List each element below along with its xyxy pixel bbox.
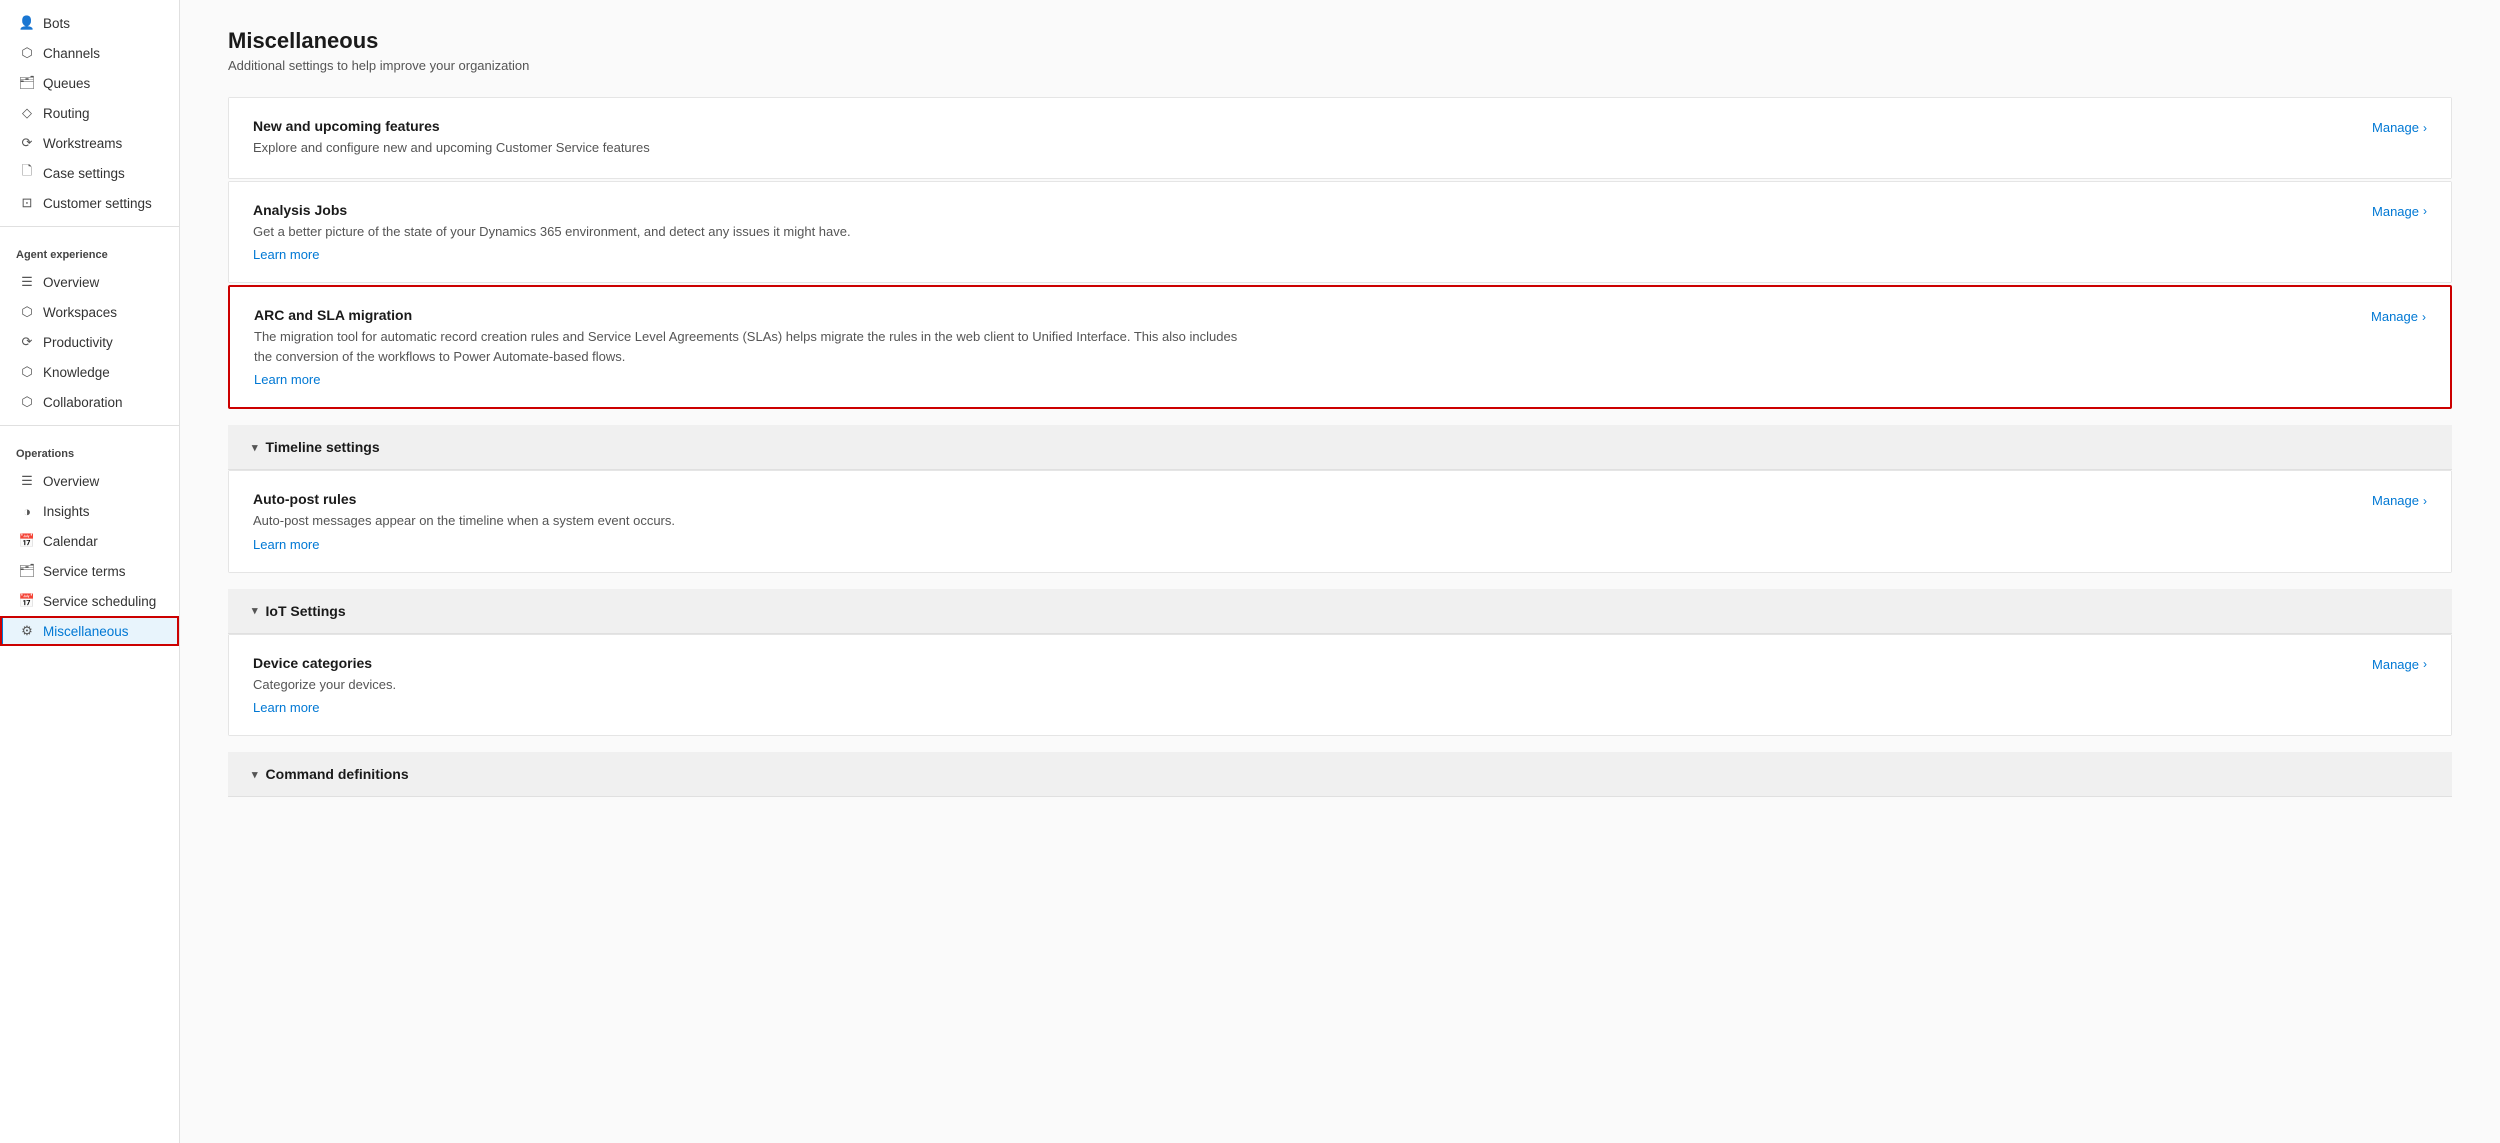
device-categories-manage-button[interactable]: Manage › <box>2372 657 2427 672</box>
sidebar: 👤 Bots ⬡ Channels 🗂 Queues ◇ Routing ⟳ W… <box>0 0 180 1143</box>
agent-experience-header: Agent experience <box>0 235 179 267</box>
bots-icon: 👤 <box>19 15 35 31</box>
auto-post-rules-title: Auto-post rules <box>253 491 2348 507</box>
sidebar-item-customer-settings[interactable]: ⊡ Customer settings <box>0 188 179 218</box>
new-upcoming-features-card: New and upcoming features Explore and co… <box>228 97 2452 179</box>
channels-icon: ⬡ <box>19 45 35 61</box>
sidebar-item-workspaces[interactable]: ⬡ Workspaces <box>0 297 179 327</box>
sidebar-item-knowledge[interactable]: ⬡ Knowledge <box>0 357 179 387</box>
manage-chevron-icon-5: › <box>2423 657 2427 671</box>
auto-post-rules-learn-more[interactable]: Learn more <box>253 537 319 552</box>
sidebar-item-service-terms[interactable]: 🗂 Service terms <box>0 556 179 586</box>
insights-icon: ◑ <box>19 503 35 519</box>
manage-chevron-icon: › <box>2423 121 2427 135</box>
miscellaneous-icon: ⚙ <box>19 623 35 639</box>
device-categories-title: Device categories <box>253 655 2348 671</box>
analysis-jobs-title: Analysis Jobs <box>253 202 2348 218</box>
command-definitions-section: ▾ Command definitions <box>228 752 2452 797</box>
iot-settings-section: ▾ IoT Settings Device categories Categor… <box>228 589 2452 737</box>
arc-sla-migration-card: ARC and SLA migration The migration tool… <box>228 285 2452 409</box>
operations-header: Operations <box>0 434 179 466</box>
new-upcoming-features-desc: Explore and configure new and upcoming C… <box>253 138 1253 158</box>
page-subtitle: Additional settings to help improve your… <box>228 58 2452 73</box>
case-settings-icon: 🗋 <box>19 165 35 181</box>
timeline-settings-content: Auto-post rules Auto-post messages appea… <box>228 470 2452 573</box>
analysis-jobs-manage-button[interactable]: Manage › <box>2372 204 2427 219</box>
ops-overview-icon: ☰ <box>19 473 35 489</box>
sidebar-item-routing[interactable]: ◇ Routing <box>0 98 179 128</box>
auto-post-rules-manage-button[interactable]: Manage › <box>2372 493 2427 508</box>
queues-icon: 🗂 <box>19 75 35 91</box>
sidebar-item-channels[interactable]: ⬡ Channels <box>0 38 179 68</box>
collaboration-icon: ⬡ <box>19 394 35 410</box>
iot-settings-chevron-icon: ▾ <box>252 604 258 617</box>
auto-post-rules-desc: Auto-post messages appear on the timelin… <box>253 511 1253 531</box>
sidebar-item-agent-overview[interactable]: ☰ Overview <box>0 267 179 297</box>
sidebar-item-service-scheduling[interactable]: 📅 Service scheduling <box>0 586 179 616</box>
command-definitions-chevron-icon: ▾ <box>252 768 258 781</box>
sidebar-item-collaboration[interactable]: ⬡ Collaboration <box>0 387 179 417</box>
arc-sla-migration-learn-more[interactable]: Learn more <box>254 372 320 387</box>
calendar-icon: 📅 <box>19 533 35 549</box>
iot-settings-content: Device categories Categorize your device… <box>228 634 2452 737</box>
sidebar-item-productivity[interactable]: ⟳ Productivity <box>0 327 179 357</box>
auto-post-rules-content: Auto-post rules Auto-post messages appea… <box>253 491 2348 552</box>
iot-settings-collapse-header[interactable]: ▾ IoT Settings <box>228 589 2452 634</box>
arc-sla-migration-desc: The migration tool for automatic record … <box>254 327 1254 366</box>
arc-sla-migration-manage-button[interactable]: Manage › <box>2371 309 2426 324</box>
analysis-jobs-content: Analysis Jobs Get a better picture of th… <box>253 202 2348 263</box>
main-content: Miscellaneous Additional settings to hel… <box>180 0 2500 1143</box>
agent-overview-icon: ☰ <box>19 274 35 290</box>
timeline-settings-chevron-icon: ▾ <box>252 441 258 454</box>
auto-post-rules-row: Auto-post rules Auto-post messages appea… <box>229 471 2451 572</box>
analysis-jobs-row: Analysis Jobs Get a better picture of th… <box>229 182 2451 283</box>
arc-sla-migration-content: ARC and SLA migration The migration tool… <box>254 307 2347 387</box>
device-categories-row: Device categories Categorize your device… <box>229 635 2451 736</box>
analysis-jobs-desc: Get a better picture of the state of you… <box>253 222 1253 242</box>
sidebar-item-queues[interactable]: 🗂 Queues <box>0 68 179 98</box>
new-upcoming-features-content: New and upcoming features Explore and co… <box>253 118 2348 158</box>
page-title: Miscellaneous <box>228 28 2452 54</box>
sidebar-item-miscellaneous[interactable]: ⚙ Miscellaneous <box>0 616 179 646</box>
manage-chevron-icon-4: › <box>2423 494 2427 508</box>
sidebar-item-bots[interactable]: 👤 Bots <box>0 8 179 38</box>
service-scheduling-icon: 📅 <box>19 593 35 609</box>
customer-settings-icon: ⊡ <box>19 195 35 211</box>
iot-settings-label: IoT Settings <box>266 603 346 619</box>
command-definitions-label: Command definitions <box>266 766 409 782</box>
productivity-icon: ⟳ <box>19 334 35 350</box>
routing-icon: ◇ <box>19 105 35 121</box>
sidebar-item-insights[interactable]: ◑ Insights <box>0 496 179 526</box>
service-terms-icon: 🗂 <box>19 563 35 579</box>
workstreams-icon: ⟳ <box>19 135 35 151</box>
device-categories-learn-more[interactable]: Learn more <box>253 700 319 715</box>
arc-sla-migration-row: ARC and SLA migration The migration tool… <box>230 287 2450 407</box>
new-upcoming-features-title: New and upcoming features <box>253 118 2348 134</box>
knowledge-icon: ⬡ <box>19 364 35 380</box>
sidebar-item-calendar[interactable]: 📅 Calendar <box>0 526 179 556</box>
analysis-jobs-card: Analysis Jobs Get a better picture of th… <box>228 181 2452 284</box>
manage-chevron-icon-3: › <box>2422 310 2426 324</box>
arc-sla-migration-title: ARC and SLA migration <box>254 307 2347 323</box>
sidebar-item-workstreams[interactable]: ⟳ Workstreams <box>0 128 179 158</box>
workspaces-icon: ⬡ <box>19 304 35 320</box>
new-upcoming-features-row: New and upcoming features Explore and co… <box>229 98 2451 178</box>
new-upcoming-features-manage-button[interactable]: Manage › <box>2372 120 2427 135</box>
device-categories-desc: Categorize your devices. <box>253 675 1253 695</box>
manage-chevron-icon-2: › <box>2423 204 2427 218</box>
device-categories-content: Device categories Categorize your device… <box>253 655 2348 716</box>
timeline-settings-label: Timeline settings <box>266 439 380 455</box>
sidebar-item-case-settings[interactable]: 🗋 Case settings <box>0 158 179 188</box>
sidebar-item-ops-overview[interactable]: ☰ Overview <box>0 466 179 496</box>
timeline-settings-collapse-header[interactable]: ▾ Timeline settings <box>228 425 2452 470</box>
command-definitions-collapse-header[interactable]: ▾ Command definitions <box>228 752 2452 797</box>
analysis-jobs-learn-more[interactable]: Learn more <box>253 247 319 262</box>
timeline-settings-section: ▾ Timeline settings Auto-post rules Auto… <box>228 425 2452 573</box>
